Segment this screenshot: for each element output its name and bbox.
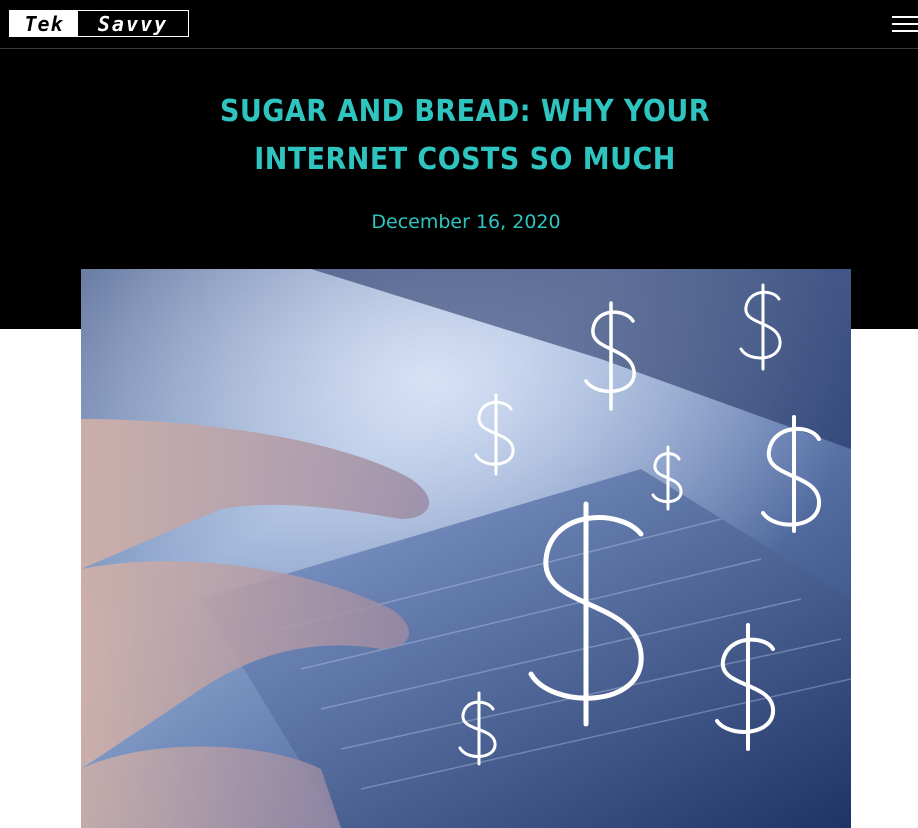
- logo-mark-savvy: Savvy: [78, 11, 188, 36]
- teksavvy-logo[interactable]: Tek Savvy: [9, 10, 189, 37]
- featured-image: [81, 269, 851, 828]
- article-title: SUGAR AND BREAD: WHY YOUR INTERNET COSTS…: [219, 94, 711, 177]
- logo-mark-tek: Tek: [10, 11, 78, 36]
- site-header: Tek Savvy: [0, 0, 918, 49]
- hamburger-menu-icon[interactable]: [892, 13, 918, 35]
- article-date: December 16, 2020: [371, 211, 561, 233]
